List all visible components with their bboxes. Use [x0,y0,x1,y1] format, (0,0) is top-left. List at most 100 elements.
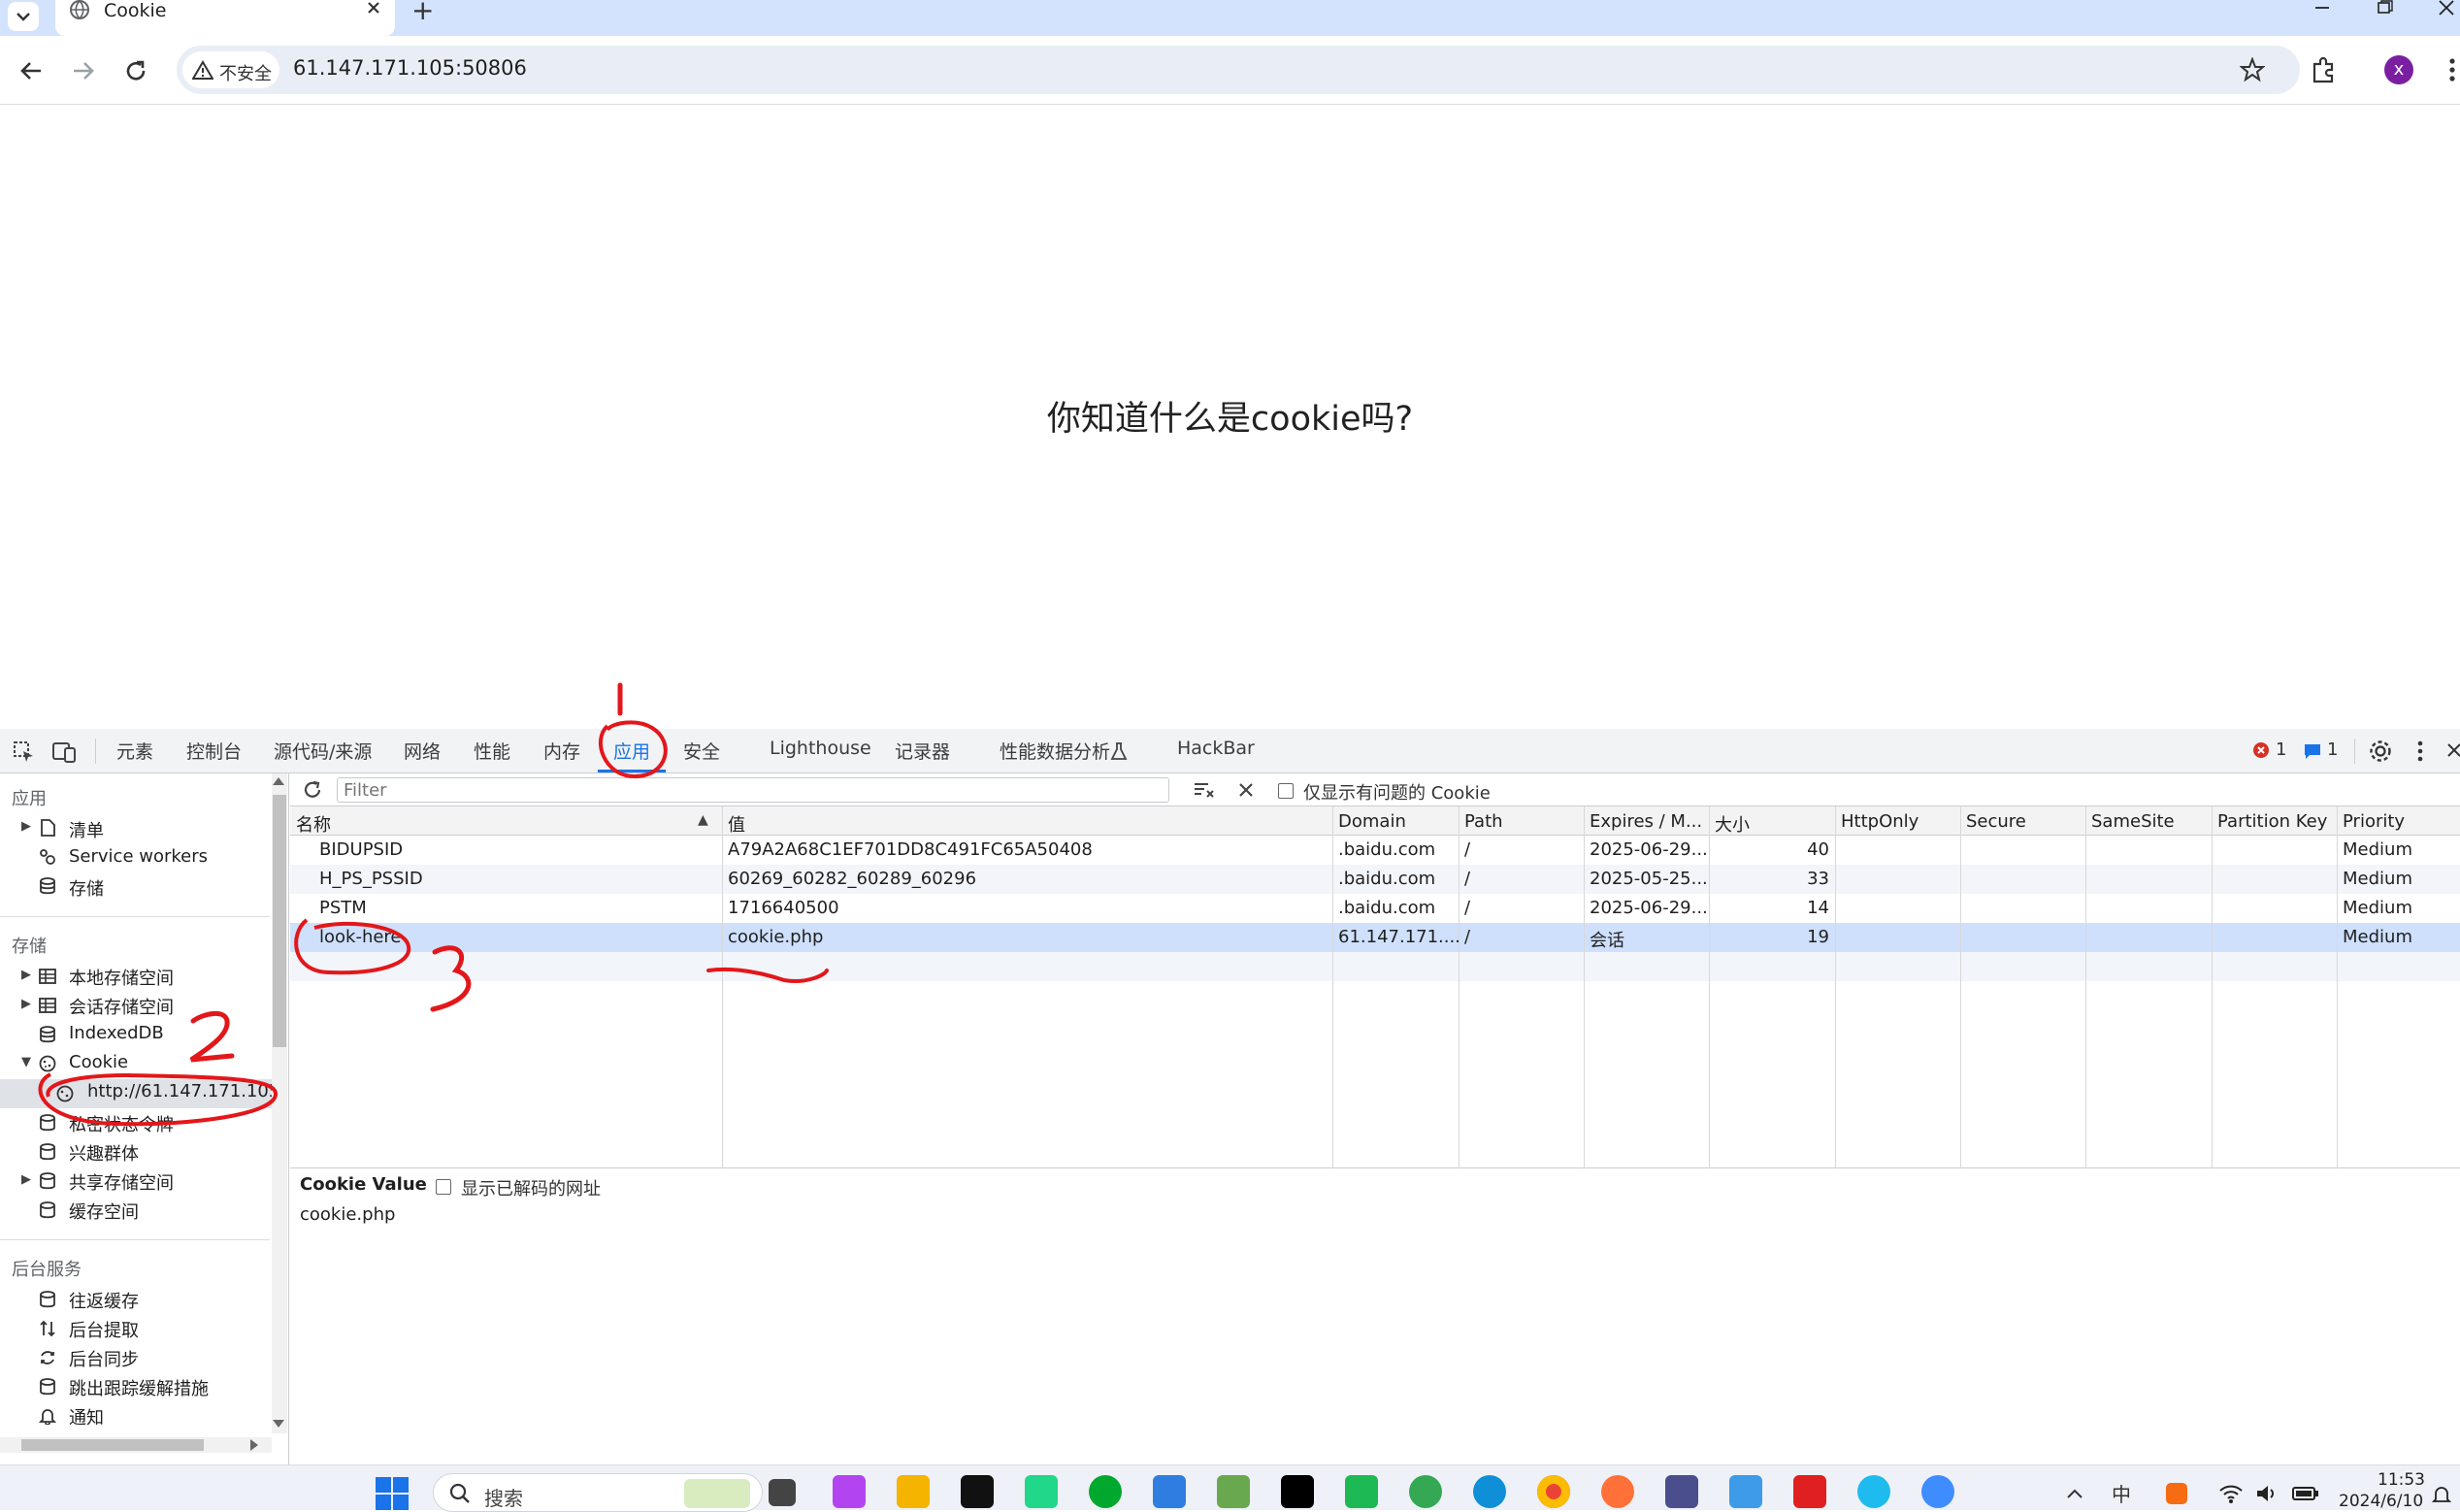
expand-triangle-icon[interactable]: ▶ [21,819,31,834]
column-header-path[interactable]: Path [1459,806,1584,836]
volume-icon[interactable] [2255,1483,2279,1504]
address-bar[interactable]: 不安全 61.147.171.105:50806 [177,46,2300,94]
google-app-icon[interactable] [1409,1475,1442,1508]
clock-date[interactable]: 2024/6/10 [2339,1492,2423,1511]
sidebar-item-cache-storage[interactable]: 缓存空间 [69,1199,139,1224]
browser-menu-icon[interactable] [2445,55,2459,84]
expand-triangle-icon[interactable]: ▶ [21,997,31,1011]
table-row[interactable]: BIDUPSID A79A2A68C1EF701DD8C491FC65A5040… [290,836,2460,865]
notepad-icon[interactable] [1217,1475,1250,1508]
sidebar-item-back-forward-cache[interactable]: 往返缓存 [69,1288,139,1313]
wifi-icon[interactable] [2218,1483,2244,1504]
tab-elements[interactable]: 元素 [116,738,153,764]
device-toolbar-icon[interactable] [52,740,78,764]
clear-filtered-icon[interactable] [1193,780,1216,800]
column-header-partition-key[interactable]: Partition Key [2212,806,2337,836]
forward-icon[interactable] [70,57,97,84]
reload-icon[interactable] [122,57,149,84]
notification-bell-icon[interactable] [2431,1485,2452,1506]
security-chip[interactable]: 不安全 [182,51,279,88]
tab-performance-insights[interactable]: 性能数据分析 [1000,738,1110,764]
column-header-value[interactable]: 值 [722,806,1332,836]
tab-recorder[interactable]: 记录器 [895,738,950,764]
back-icon[interactable] [17,57,45,84]
sidebar-item-service-workers[interactable]: Service workers [69,846,208,867]
table-row[interactable]: H_PS_PSSID 60269_60282_60289_60296 .baid… [290,865,2460,894]
tab-hackbar[interactable]: HackBar [1177,738,1255,759]
task-view-icon[interactable] [769,1479,796,1506]
tab-search-button[interactable] [8,2,39,31]
ime-indicator[interactable]: 中 [2112,1479,2131,1507]
evernote-icon[interactable] [1089,1475,1122,1508]
tab-performance[interactable]: 性能 [474,738,510,764]
sidebar-item-background-sync[interactable]: 后台同步 [69,1346,139,1371]
bookmark-star-icon[interactable] [2240,57,2265,82]
sidebar-item-cookies[interactable]: Cookie [69,1052,128,1072]
sidebar-item-notifications[interactable]: 通知 [69,1404,104,1430]
table-row-selected[interactable]: look-here cookie.php 61.147.171.... / 会话… [290,923,2460,952]
firefox-icon[interactable] [1601,1475,1634,1508]
devtools-menu-icon[interactable] [2414,739,2426,764]
tab-application[interactable]: 应用 [613,738,650,764]
green-app-icon[interactable] [1345,1475,1378,1508]
chrome-icon[interactable] [1537,1475,1570,1508]
column-header-name[interactable]: 名称 ▲ [290,806,722,836]
sidebar-item-interest-groups[interactable]: 兴趣群体 [69,1140,139,1166]
burpsuite-icon[interactable] [961,1475,994,1508]
tab-lighthouse[interactable]: Lighthouse [770,738,871,759]
only-issues-checkbox[interactable] [1278,783,1294,799]
column-header-secure[interactable]: Secure [1960,806,2085,836]
tab-memory[interactable]: 内存 [543,738,580,764]
filter-input[interactable] [337,777,1169,803]
edge-icon[interactable] [1473,1475,1506,1508]
delete-all-icon[interactable] [1237,781,1255,799]
extensions-icon[interactable] [2310,55,2339,84]
restore-icon[interactable] [2370,0,2399,19]
column-header-samesite[interactable]: SameSite [2085,806,2212,836]
tab-sources[interactable]: 源代码/来源 [274,738,372,764]
expand-triangle-icon[interactable]: ▶ [21,1172,31,1187]
column-header-httponly[interactable]: HttpOnly [1835,806,1960,836]
sidebar-vertical-scrollbar[interactable] [272,773,287,1433]
sidebar-item-session-storage[interactable]: 会话存储空间 [69,994,174,1019]
settings-gear-icon[interactable] [2368,739,2393,764]
cookie-value-text[interactable]: cookie.php [300,1204,395,1225]
intellij-icon[interactable] [1281,1475,1314,1508]
inspect-element-icon[interactable] [13,740,36,764]
sidebar-item-local-storage[interactable]: 本地存储空间 [69,965,174,990]
column-header-priority[interactable]: Priority [2337,806,2460,836]
ie-icon[interactable] [1857,1475,1890,1508]
clock-time[interactable]: 11:53 [2378,1470,2425,1490]
sidebar-item-shared-storage[interactable]: 共享存储空间 [69,1169,174,1195]
file-explorer-icon[interactable] [897,1475,930,1508]
pycharm-icon[interactable] [1025,1475,1058,1508]
notes-app-icon[interactable] [1729,1475,1762,1508]
windows-start-icon[interactable] [375,1476,410,1511]
column-header-domain[interactable]: Domain [1332,806,1459,836]
baidu-netdisk-icon[interactable] [1921,1475,1954,1508]
youdao-icon[interactable] [1793,1475,1826,1508]
avatar[interactable]: x [2384,55,2413,84]
tab-network[interactable]: 网络 [404,738,441,764]
sidebar-item-background-fetch[interactable]: 后台提取 [69,1317,139,1342]
collapse-triangle-icon[interactable]: ▼ [21,1055,31,1069]
close-tab-icon[interactable] [364,0,383,19]
close-devtools-icon[interactable] [2445,740,2460,762]
sidebar-item-private-state-tokens[interactable]: 私密状态令牌 [69,1111,174,1136]
sidebar-item-storage-overview[interactable]: 存储 [69,875,104,901]
sidebar-item-manifest[interactable]: 清单 [69,817,104,842]
url-text[interactable]: 61.147.171.105:50806 [293,56,527,80]
refresh-icon[interactable] [302,779,323,801]
sidebar-item-indexeddb[interactable]: IndexedDB [69,1023,164,1043]
expand-triangle-icon[interactable]: ▶ [21,968,31,982]
taskbar-search-box[interactable]: 搜索 [433,1473,763,1512]
app-blue-icon[interactable] [1153,1475,1186,1508]
minimize-icon[interactable] [2308,0,2337,19]
tab-security[interactable]: 安全 [683,738,720,764]
sogou-icon[interactable] [2166,1483,2187,1504]
column-header-size[interactable]: 大小 [1709,806,1835,836]
sidebar-horizontal-scrollbar[interactable] [0,1437,272,1453]
tray-chevron-up-icon[interactable] [2065,1487,2084,1500]
new-tab-button[interactable]: + [411,0,434,26]
browser-tab-cookie[interactable]: Cookie [55,0,395,36]
